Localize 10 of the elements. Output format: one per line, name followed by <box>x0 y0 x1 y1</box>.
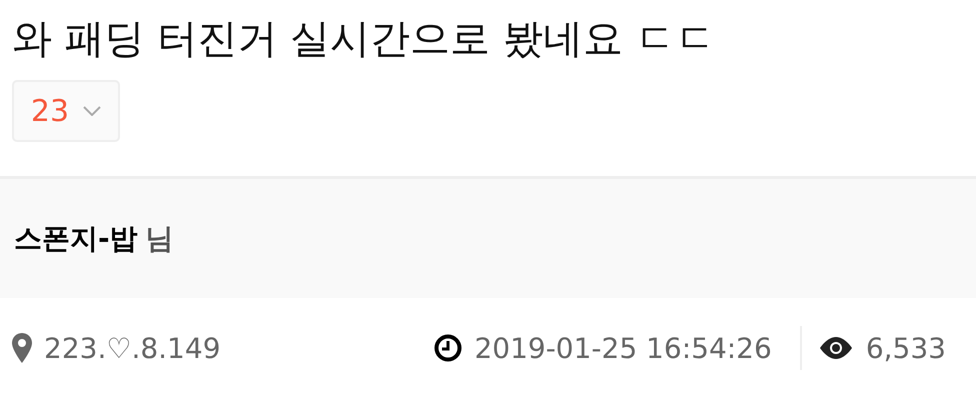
view-count: 6,533 <box>866 332 946 364</box>
author-name[interactable]: 스폰지-밥 <box>14 220 138 258</box>
caret-icon <box>83 106 102 116</box>
eye-icon <box>818 336 854 360</box>
post-title: 와 패딩 터진거 실시간으로 봤네요 ㄷㄷ <box>12 15 716 64</box>
clock-icon <box>434 334 462 362</box>
map-pin-icon <box>12 333 32 363</box>
author-suffix: 님 <box>146 220 174 256</box>
post-datetime: 2019-01-25 16:54:26 <box>474 332 772 364</box>
ip-address: 223.♡.8.149 <box>44 332 221 364</box>
